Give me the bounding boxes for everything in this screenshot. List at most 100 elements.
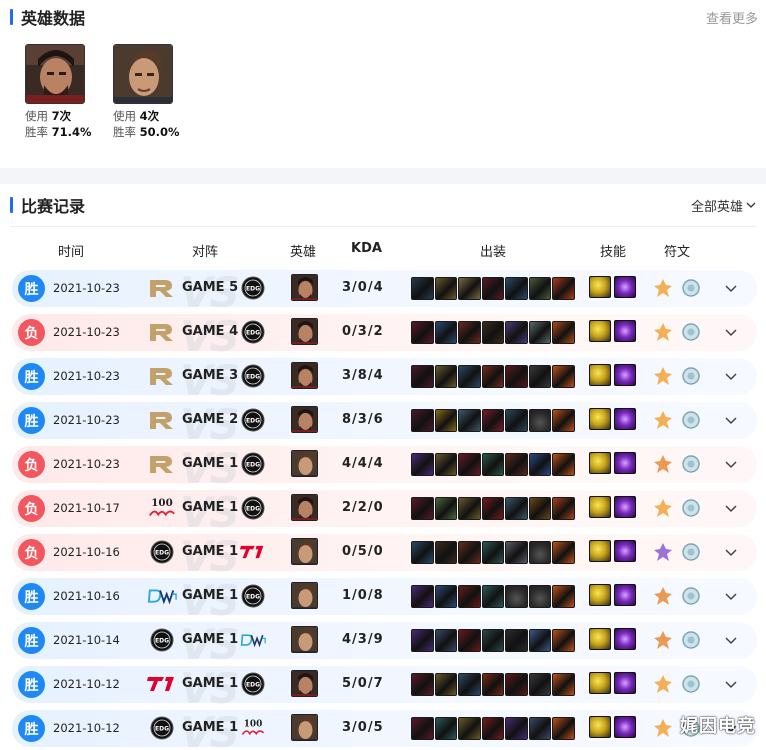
item-icon[interactable] <box>481 585 504 608</box>
item-icon[interactable] <box>552 321 575 344</box>
expand-chevron-icon[interactable] <box>724 677 738 691</box>
smite-spell-icon[interactable] <box>614 716 636 738</box>
team-a-logo[interactable]: EDG <box>147 715 177 741</box>
team-a-logo[interactable]: EDG <box>147 539 177 565</box>
secondary-rune-icon[interactable] <box>680 629 702 651</box>
hero-filter-dropdown[interactable]: 全部英雄 <box>691 196 756 215</box>
team-b-logo[interactable] <box>240 539 266 565</box>
flash-spell-icon[interactable] <box>589 320 611 342</box>
team-a-logo[interactable] <box>147 451 177 477</box>
champion-avatar[interactable] <box>291 538 318 565</box>
item-icon[interactable] <box>505 409 528 432</box>
item-icon[interactable] <box>552 453 575 476</box>
match-row[interactable]: 负 2021-10-17 VS 100 GAME 1 EDG 2/2/0 <box>12 488 757 537</box>
item-icon[interactable] <box>552 717 575 740</box>
item-icon[interactable] <box>505 717 528 740</box>
match-row[interactable]: 胜 2021-10-12 VS GAME 1 EDG 5/0/7 <box>12 664 757 713</box>
item-icon[interactable] <box>434 585 457 608</box>
keystone-rune-icon[interactable] <box>652 277 674 299</box>
champion-avatar[interactable] <box>291 626 318 653</box>
item-icon[interactable] <box>528 497 551 520</box>
item-icon[interactable] <box>458 365 481 388</box>
smite-spell-icon[interactable] <box>614 408 636 430</box>
team-b-logo[interactable]: EDG <box>240 275 266 301</box>
item-icon[interactable] <box>552 585 575 608</box>
champion-avatar[interactable] <box>291 670 318 697</box>
hero-card-jayce[interactable]: 使用 4次 胜率 50.0% <box>113 44 180 140</box>
secondary-rune-icon[interactable] <box>680 321 702 343</box>
secondary-rune-icon[interactable] <box>680 365 702 387</box>
item-icon[interactable] <box>434 321 457 344</box>
item-icon[interactable] <box>505 277 528 300</box>
item-icon[interactable] <box>411 541 434 564</box>
smite-spell-icon[interactable] <box>614 628 636 650</box>
champion-avatar[interactable] <box>291 494 318 521</box>
smite-spell-icon[interactable] <box>614 540 636 562</box>
item-icon[interactable] <box>458 277 481 300</box>
item-icon[interactable] <box>481 717 504 740</box>
secondary-rune-icon[interactable] <box>680 673 702 695</box>
item-icon[interactable] <box>411 409 434 432</box>
graves-portrait[interactable] <box>25 44 85 104</box>
secondary-rune-icon[interactable] <box>680 453 702 475</box>
expand-chevron-icon[interactable] <box>724 545 738 559</box>
secondary-rune-icon[interactable] <box>680 277 702 299</box>
item-icon[interactable] <box>411 673 434 696</box>
smite-spell-icon[interactable] <box>614 496 636 518</box>
item-icon[interactable] <box>552 497 575 520</box>
item-icon[interactable] <box>458 585 481 608</box>
expand-chevron-icon[interactable] <box>724 589 738 603</box>
view-more-link[interactable]: 查看更多 <box>706 8 758 27</box>
item-icon[interactable] <box>434 277 457 300</box>
match-row[interactable]: 胜 2021-10-14 VS EDG GAME 1 4/3/9 <box>12 620 757 669</box>
item-icon[interactable] <box>505 321 528 344</box>
item-icon[interactable] <box>481 673 504 696</box>
item-icon[interactable] <box>505 497 528 520</box>
hero-card-graves[interactable]: 使用 7次 胜率 71.4% <box>25 44 92 140</box>
item-icon[interactable] <box>434 717 457 740</box>
item-icon[interactable] <box>434 453 457 476</box>
smite-spell-icon[interactable] <box>614 364 636 386</box>
item-icon[interactable] <box>434 673 457 696</box>
flash-spell-icon[interactable] <box>589 408 611 430</box>
expand-chevron-icon[interactable] <box>724 369 738 383</box>
item-icon[interactable] <box>434 497 457 520</box>
flash-spell-icon[interactable] <box>589 452 611 474</box>
keystone-rune-icon[interactable] <box>652 321 674 343</box>
item-icon[interactable] <box>505 365 528 388</box>
item-icon[interactable] <box>552 277 575 300</box>
item-icon[interactable] <box>458 409 481 432</box>
flash-spell-icon[interactable] <box>589 540 611 562</box>
team-b-logo[interactable]: EDG <box>240 363 266 389</box>
item-icon[interactable] <box>552 673 575 696</box>
flash-spell-icon[interactable] <box>589 364 611 386</box>
expand-chevron-icon[interactable] <box>724 457 738 471</box>
expand-chevron-icon[interactable] <box>724 325 738 339</box>
keystone-rune-icon[interactable] <box>652 585 674 607</box>
team-b-logo[interactable]: 100 <box>240 715 266 741</box>
item-icon[interactable] <box>552 365 575 388</box>
item-icon[interactable] <box>411 497 434 520</box>
item-icon[interactable] <box>481 321 504 344</box>
item-icon[interactable] <box>411 585 434 608</box>
item-icon[interactable] <box>481 277 504 300</box>
expand-chevron-icon[interactable] <box>724 501 738 515</box>
item-icon[interactable] <box>481 365 504 388</box>
keystone-rune-icon[interactable] <box>652 497 674 519</box>
item-icon[interactable] <box>458 497 481 520</box>
empty-item-slot-icon[interactable] <box>505 585 528 608</box>
keystone-rune-icon[interactable] <box>652 365 674 387</box>
team-b-logo[interactable]: EDG <box>240 671 266 697</box>
match-row[interactable]: 胜 2021-10-12 VS EDG GAME 1 100 3/0/5 <box>12 708 757 750</box>
item-icon[interactable] <box>411 365 434 388</box>
match-row[interactable]: 胜 2021-10-23 VS GAME 5 EDG 3/0/4 <box>12 268 757 317</box>
smite-spell-icon[interactable] <box>614 320 636 342</box>
keystone-rune-icon[interactable] <box>652 453 674 475</box>
item-icon[interactable] <box>481 629 504 652</box>
item-icon[interactable] <box>458 321 481 344</box>
item-icon[interactable] <box>528 717 551 740</box>
match-row[interactable]: 负 2021-10-16 VS EDG GAME 1 0/5/0 <box>12 532 757 581</box>
smite-spell-icon[interactable] <box>614 672 636 694</box>
secondary-rune-icon[interactable] <box>680 409 702 431</box>
item-icon[interactable] <box>411 717 434 740</box>
